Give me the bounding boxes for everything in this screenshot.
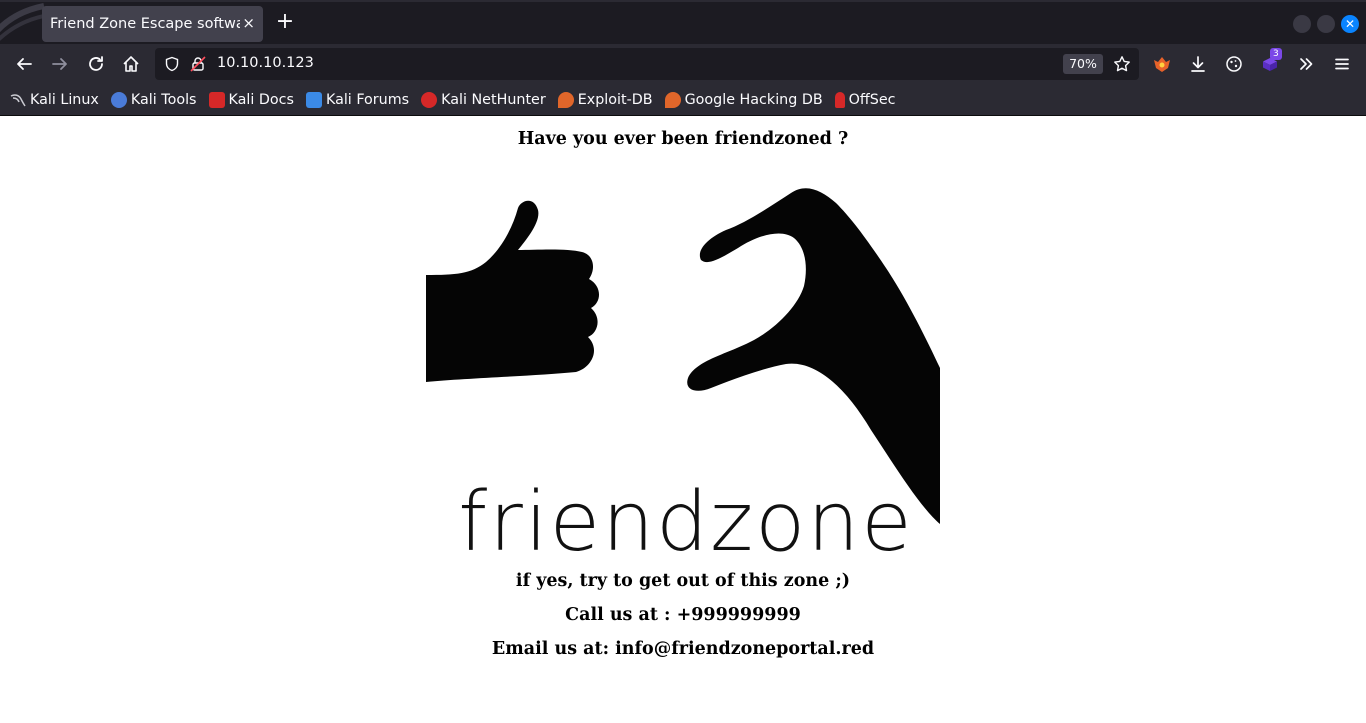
bookmark-label: Google Hacking DB: [684, 91, 823, 108]
reload-icon: [89, 56, 103, 71]
bookmark-label: Kali NetHunter: [441, 91, 546, 108]
friendzone-logo-image: friendzone: [426, 164, 940, 557]
bookmark-kali-tools[interactable]: Kali Tools: [110, 91, 197, 108]
offsec-icon: [834, 91, 845, 108]
tab-title: Friend Zone Escape software: [50, 16, 240, 32]
cookie-extension-button[interactable]: [1222, 52, 1246, 76]
kali-tools-icon: [110, 91, 127, 108]
tab-close-icon[interactable]: ×: [242, 14, 255, 32]
extension-count-badge: 3: [1270, 48, 1282, 60]
fox-extension-icon: [1154, 57, 1170, 72]
bookmark-label: OffSec: [848, 91, 896, 108]
window-maximize-button[interactable]: [1317, 15, 1335, 33]
url-bar[interactable]: 10.10.10.123 70%: [155, 48, 1139, 80]
phone-contact-text: Call us at : +999999999: [565, 605, 801, 625]
bookmark-kali-docs[interactable]: Kali Docs: [208, 91, 294, 108]
bookmarks-toolbar: Kali Linux Kali Tools Kali Docs Kali For…: [0, 84, 1366, 116]
bookmark-exploit-db[interactable]: Exploit-DB: [557, 91, 653, 108]
kali-swoosh-decoration: [0, 2, 44, 46]
window-minimize-button[interactable]: [1293, 15, 1311, 33]
zoom-level-badge[interactable]: 70%: [1063, 54, 1103, 74]
navigation-toolbar: 10.10.10.123 70% 3: [0, 44, 1366, 84]
exploit-db-icon: [557, 91, 574, 108]
kali-nethunter-icon: [421, 91, 438, 108]
ghdb-icon: [664, 91, 681, 108]
active-tab[interactable]: Friend Zone Escape software ×: [42, 6, 263, 42]
tab-strip: Friend Zone Escape software × + ✕: [0, 0, 1366, 44]
extension-foxyproxy-button[interactable]: [1150, 52, 1174, 76]
bookmark-kali-forums[interactable]: Kali Forums: [305, 91, 410, 108]
cookie-icon: [1226, 56, 1242, 72]
bookmark-label: Kali Tools: [130, 91, 197, 108]
bookmark-kali-linux[interactable]: Kali Linux: [10, 92, 99, 108]
download-icon: [1191, 56, 1205, 72]
kali-docs-icon: [208, 91, 225, 108]
back-button[interactable]: [12, 52, 36, 76]
url-text[interactable]: 10.10.10.123: [217, 55, 314, 71]
home-icon: [123, 56, 139, 72]
bookmark-google-hacking-db[interactable]: Google Hacking DB: [664, 91, 823, 108]
chevron-double-right-icon: [1300, 58, 1313, 70]
bookmark-offsec[interactable]: OffSec: [834, 91, 896, 108]
bookmark-label: Kali Docs: [228, 91, 294, 108]
tracking-protection-shield-icon[interactable]: [163, 55, 181, 73]
page-heading: Have you ever been friendzoned ?: [517, 129, 849, 149]
bookmark-label: Kali Forums: [325, 91, 410, 108]
page-content: Have you ever been friendzoned ? friendz…: [0, 116, 1366, 723]
home-button[interactable]: [119, 52, 143, 76]
bookmark-star-icon[interactable]: [1113, 55, 1131, 73]
downloads-button[interactable]: [1186, 52, 1210, 76]
insecure-lock-icon[interactable]: [189, 55, 207, 73]
kali-forums-icon: [305, 91, 322, 108]
email-contact-text: Email us at: info@friendzoneportal.red: [491, 639, 875, 659]
window-close-button[interactable]: ✕: [1341, 15, 1359, 33]
back-arrow-icon: [17, 58, 32, 70]
tagline-text: if yes, try to get out of this zone ;): [515, 571, 851, 591]
hamburger-menu-icon: [1335, 58, 1349, 70]
forward-button[interactable]: [48, 52, 72, 76]
more-tools-button[interactable]: [1294, 52, 1318, 76]
reload-button[interactable]: [84, 52, 108, 76]
forward-arrow-icon: [52, 58, 67, 70]
new-tab-button[interactable]: +: [272, 10, 298, 36]
bookmark-label: Kali Linux: [30, 91, 99, 108]
app-menu-button[interactable]: [1330, 52, 1354, 76]
bookmark-kali-nethunter[interactable]: Kali NetHunter: [421, 91, 546, 108]
kali-dragon-icon: [10, 92, 26, 108]
friendzone-logo-text: friendzone: [458, 475, 914, 558]
extension-badge-button[interactable]: 3: [1258, 48, 1282, 76]
bookmark-label: Exploit-DB: [577, 91, 653, 108]
